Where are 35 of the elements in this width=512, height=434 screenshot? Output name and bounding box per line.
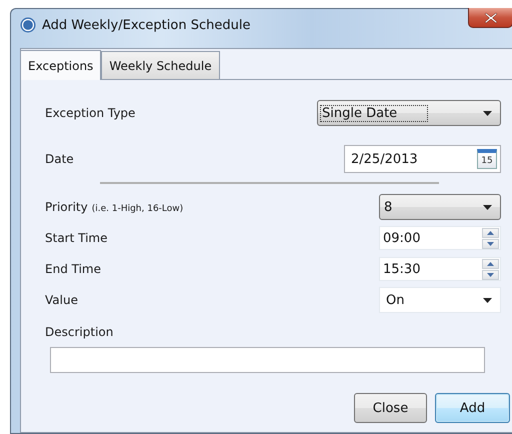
description-field[interactable] (50, 347, 485, 373)
dropdown[interactable]: 8 (379, 194, 501, 220)
field-label: Value (45, 293, 78, 307)
dropdown[interactable]: Single Date (317, 100, 501, 126)
down-arrow-icon (487, 242, 494, 246)
spin-up-button[interactable] (482, 228, 499, 238)
field-label: Priority (45, 200, 88, 214)
tab[interactable]: Exceptions (21, 50, 102, 80)
close-icon (484, 12, 496, 22)
field-label: Description (45, 325, 114, 339)
dialog-button[interactable]: Add (435, 393, 510, 423)
caret-icon (483, 110, 492, 116)
caret-icon (483, 298, 492, 302)
field-label: Start Time (45, 231, 108, 245)
field-label: End Time (45, 262, 101, 276)
time-field[interactable]: 15:30 (379, 257, 501, 281)
tab[interactable]: Weekly Schedule (101, 51, 220, 79)
window-title: Add Weekly/Exception Schedule (42, 18, 250, 32)
dropdown[interactable]: On (379, 287, 501, 313)
field-hint: (i.e. 1-High, 16-Low) (92, 204, 184, 214)
dialog-button[interactable]: Close (354, 393, 427, 423)
spin-down-button[interactable] (482, 238, 499, 248)
up-arrow-icon (487, 230, 494, 234)
calendar-button[interactable]: 15 (477, 149, 497, 169)
time-field[interactable]: 09:00 (379, 226, 501, 250)
field-label: Date (45, 152, 74, 166)
close-button[interactable] (468, 8, 512, 28)
down-arrow-icon (487, 272, 494, 276)
caret-icon (483, 204, 492, 210)
field-label: Exception Type (45, 106, 136, 120)
up-arrow-icon (487, 262, 494, 266)
app-logo-icon (20, 17, 36, 33)
spin-down-button[interactable] (482, 270, 499, 280)
date-field[interactable]: 2/25/2013 15 (344, 145, 501, 173)
spin-up-button[interactable] (482, 258, 499, 268)
